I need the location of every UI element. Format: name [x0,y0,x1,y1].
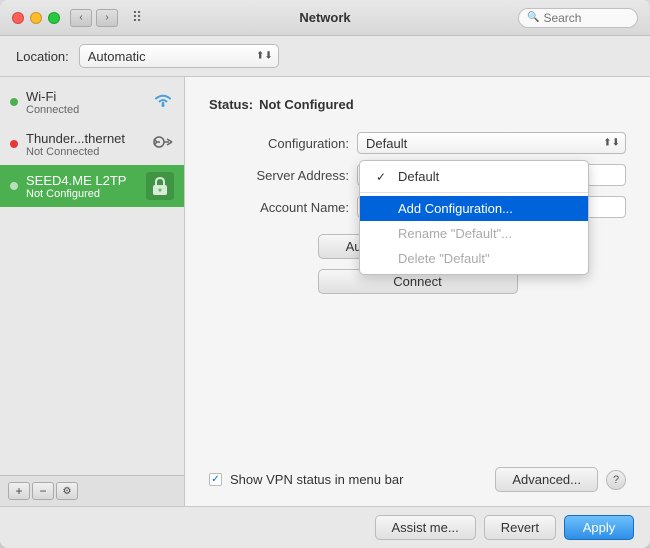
status-value: Not Configured [259,97,354,112]
dropdown-rename-label: Rename "Default"... [398,226,512,241]
dropdown-divider [360,192,588,193]
advanced-button[interactable]: Advanced... [495,467,598,492]
detail-panel: Status: Not Configured Configuration: De… [185,77,650,506]
remove-network-button[interactable]: − [32,482,54,500]
thunderbolt-icon [152,134,174,155]
dropdown-default-label: Default [398,169,439,184]
add-network-button[interactable]: + [8,482,30,500]
thunderbolt-status-dot [10,140,18,148]
maximize-button[interactable] [48,12,60,24]
sidebar: Wi-Fi Connected [0,77,185,506]
location-select[interactable]: Automatic [79,44,279,68]
dropdown-item-rename: Rename "Default"... [360,221,588,246]
vpn-checkbox-label: Show VPN status in menu bar [230,472,403,487]
dropdown-item-default[interactable]: ✓ Default [360,164,588,189]
dropdown-add-label: Add Configuration... [398,201,513,216]
location-bar: Location: Automatic ⬆⬇ [0,36,650,77]
search-icon: 🔍 [527,12,539,23]
vpn-status-row: Show VPN status in menu bar Advanced... … [209,467,626,506]
thunderbolt-status: Not Connected [26,146,148,158]
search-bar[interactable]: 🔍 [518,8,638,28]
configuration-select-wrapper: Default ⬆⬇ [357,132,626,154]
checkmark-icon: ✓ [376,170,390,184]
help-button[interactable]: ? [606,470,626,490]
grid-button[interactable]: ⠿ [126,9,148,27]
dropdown-item-delete: Delete "Default" [360,246,588,271]
revert-button[interactable]: Revert [484,515,556,540]
wifi-status-dot [10,98,18,106]
l2tp-status: Not Configured [26,188,146,200]
dropdown-item-add[interactable]: Add Configuration... [360,196,588,221]
thunderbolt-text: Thunder...thernet Not Connected [26,131,148,158]
l2tp-text: SEED4.ME L2TP Not Configured [26,173,146,200]
back-button[interactable]: ‹ [70,9,92,27]
server-address-label: Server Address: [209,168,349,183]
wifi-text: Wi-Fi Connected [26,89,148,116]
close-button[interactable] [12,12,24,24]
traffic-lights [12,12,60,24]
settings-button[interactable]: ⚙ [56,482,78,500]
configuration-label: Configuration: [209,136,349,151]
bottom-bar: Assist me... Revert Apply [0,506,650,548]
window-title: Network [299,10,350,25]
nav-buttons: ‹ › [70,9,118,27]
assist-button[interactable]: Assist me... [375,515,476,540]
sidebar-item-l2tp[interactable]: SEED4.ME L2TP Not Configured [0,165,184,207]
location-label: Location: [16,49,69,64]
search-input[interactable] [543,11,633,25]
main-content: Wi-Fi Connected [0,77,650,506]
titlebar: ‹ › ⠿ Network 🔍 [0,0,650,36]
sidebar-toolbar: + − ⚙ [0,475,184,506]
form-area: Configuration: Default ⬆⬇ ✓ Default [209,132,626,218]
minimize-button[interactable] [30,12,42,24]
wifi-status: Connected [26,104,148,116]
status-label: Status: [209,97,253,112]
thunderbolt-name: Thunder...thernet [26,131,148,146]
location-select-wrapper: Automatic ⬆⬇ [79,44,279,68]
l2tp-name: SEED4.ME L2TP [26,173,146,188]
configuration-row: Configuration: Default ⬆⬇ [209,132,626,154]
wifi-name: Wi-Fi [26,89,148,104]
account-name-label: Account Name: [209,200,349,215]
sidebar-item-wifi[interactable]: Wi-Fi Connected [0,81,184,123]
configuration-select[interactable]: Default [357,132,626,154]
vpn-checkbox[interactable] [209,473,222,486]
apply-button[interactable]: Apply [564,515,634,540]
wifi-icon [152,92,174,113]
window: ‹ › ⠿ Network 🔍 Location: Automatic ⬆⬇ [0,0,650,548]
forward-button[interactable]: › [96,9,118,27]
status-row: Status: Not Configured [209,97,626,112]
configuration-dropdown-menu: ✓ Default Add Configuration... Rename "D… [359,160,589,275]
dropdown-delete-label: Delete "Default" [398,251,490,266]
sidebar-list: Wi-Fi Connected [0,77,184,475]
sidebar-item-thunderbolt[interactable]: Thunder...thernet Not Connected [0,123,184,165]
l2tp-lock-icon [146,172,174,200]
l2tp-status-dot [10,182,18,190]
